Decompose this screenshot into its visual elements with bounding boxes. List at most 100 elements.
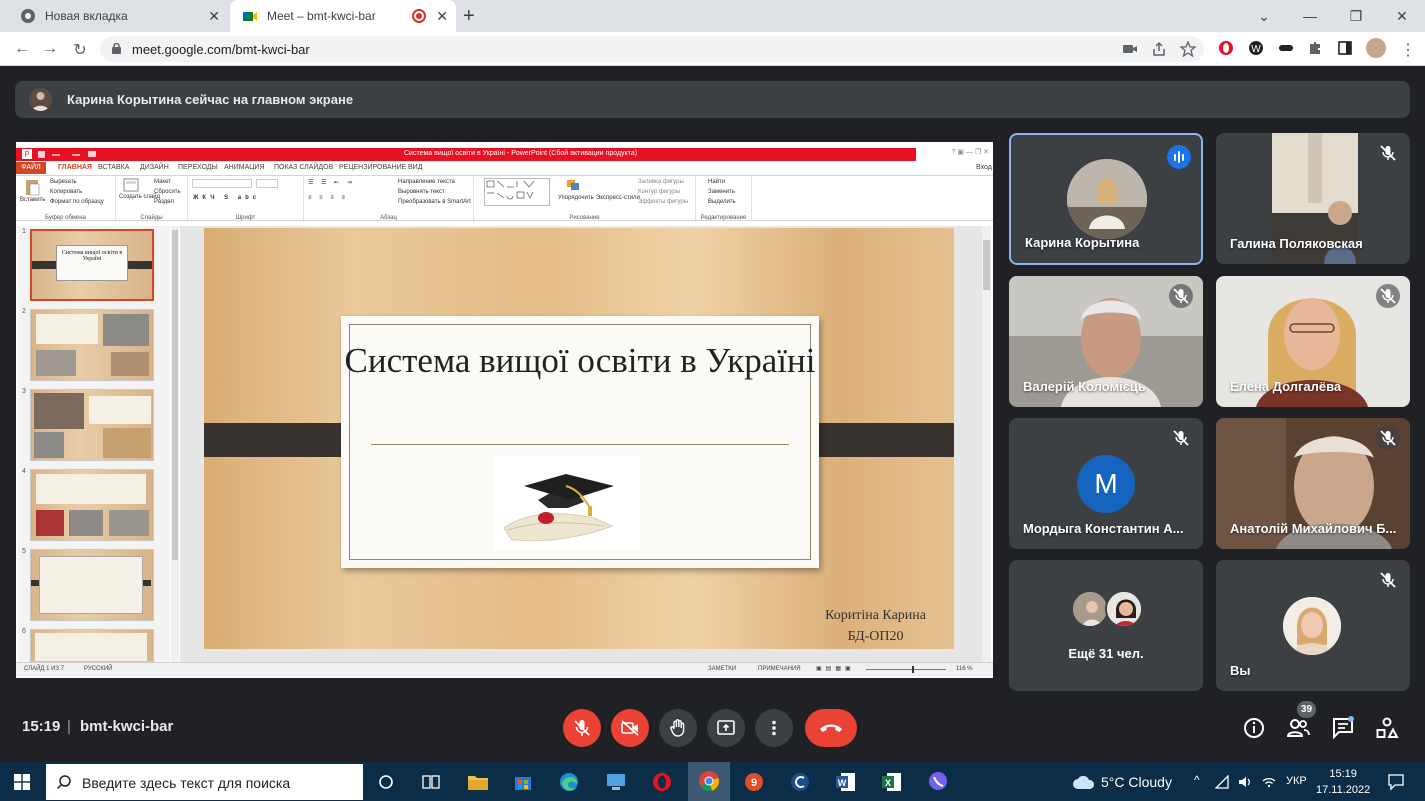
slide-thumbnail-4[interactable] — [30, 469, 154, 541]
font-size-dropdown[interactable] — [256, 179, 278, 188]
ppt-tab-view[interactable]: ВИД — [408, 164, 422, 171]
ppt-tab-file[interactable]: ФАЙЛ — [16, 162, 46, 174]
slide-thumbnail-6[interactable] — [30, 629, 154, 662]
notes-button[interactable]: ЗАМЕТКИ — [708, 666, 736, 672]
more-options-button[interactable] — [755, 709, 793, 747]
participant-tile-self[interactable]: Вы — [1216, 560, 1410, 691]
thumbnails-scrollbar[interactable] — [171, 226, 179, 662]
font-name-dropdown[interactable] — [192, 179, 252, 188]
chat-icon[interactable] — [1330, 715, 1356, 741]
task-view-icon[interactable] — [418, 769, 444, 795]
new-tab-button[interactable]: + — [463, 5, 475, 28]
keyboard-language[interactable]: УКР — [1286, 775, 1307, 787]
replace-button[interactable]: Заменить — [708, 189, 735, 195]
align-buttons[interactable]: ≡ ≡ ≡ ≡ — [308, 195, 348, 201]
network-icon[interactable] — [1215, 775, 1229, 789]
participant-tile-others[interactable]: Ещё 31 чел. — [1009, 560, 1203, 691]
cortana-icon[interactable] — [373, 769, 399, 795]
paste-icon[interactable] — [24, 178, 40, 196]
ppt-tab-animation[interactable]: АНИМАЦИЯ — [224, 164, 265, 171]
word-icon[interactable]: W — [833, 769, 859, 795]
shape-fill-button[interactable]: Заливка фигуры — [638, 179, 684, 185]
participant-tile-mordyga[interactable]: M Мордыга Константин А... — [1009, 418, 1203, 549]
chrome-taskbar-active[interactable] — [688, 762, 730, 801]
tab-search-icon[interactable]: ⌄ — [1241, 0, 1287, 32]
comments-button[interactable]: ПРИМЕЧАНИЯ — [758, 666, 801, 672]
maximize-icon[interactable]: ❐ — [1333, 0, 1379, 32]
copy-button[interactable]: Копировать — [50, 189, 82, 195]
slide-scrollbar[interactable] — [982, 226, 991, 662]
ppt-tab-transitions[interactable]: ПЕРЕХОДЫ — [178, 164, 218, 171]
meeting-info-icon[interactable] — [1241, 715, 1267, 741]
ppt-tab-insert[interactable]: ВСТАВКА — [98, 164, 129, 171]
list-buttons[interactable]: ☰ ☰ ⇤ ⇥ — [308, 179, 355, 186]
app-red-icon[interactable]: 9 — [741, 769, 767, 795]
close-window-icon[interactable]: ✕ — [1379, 0, 1425, 32]
slide-thumbnail-2[interactable] — [30, 309, 154, 381]
w-extension-icon[interactable]: W — [1248, 40, 1264, 56]
reload-icon[interactable]: ↻ — [70, 40, 90, 60]
opera-icon[interactable] — [649, 769, 675, 795]
store-icon[interactable] — [510, 769, 536, 795]
shape-effects-button[interactable]: Эффекты фигуры — [638, 199, 688, 205]
layout-button[interactable]: Макет — [154, 179, 171, 185]
present-button[interactable] — [707, 709, 745, 747]
wifi-icon[interactable] — [1262, 775, 1276, 789]
format-painter-button[interactable]: Формат по образцу — [50, 199, 104, 205]
volume-icon[interactable] — [1238, 775, 1252, 789]
ppt-tab-design[interactable]: ДИЗАЙН — [140, 164, 169, 171]
ppt-tab-review[interactable]: РЕЦЕНЗИРОВАНИЕ — [339, 164, 406, 171]
ccleaner-icon[interactable] — [787, 769, 813, 795]
extensions-puzzle-icon[interactable] — [1307, 40, 1323, 56]
address-bar[interactable]: meet.google.com/bmt-kwci-bar — [100, 36, 1204, 62]
quick-styles-button[interactable]: Экспресс-стили — [596, 195, 640, 201]
slide-canvas[interactable]: Система вищої освіти в Україні Коритіна … — [204, 228, 954, 649]
participant-tile-elena[interactable]: Елена Долгалёва — [1216, 276, 1410, 407]
select-button[interactable]: Выделить — [708, 199, 736, 205]
close-tab-icon[interactable]: ✕ — [436, 8, 448, 25]
zoom-slider[interactable] — [866, 666, 946, 673]
edge-icon[interactable] — [556, 769, 582, 795]
font-style-buttons[interactable]: ЖКЧ S abc — [193, 195, 260, 201]
smartart-button[interactable]: Преобразовать в SmartArt — [398, 199, 471, 205]
tray-chevron-icon[interactable]: ^ — [1194, 773, 1200, 787]
back-icon[interactable]: ← — [12, 40, 32, 58]
browser-tab-new[interactable]: Новая вкладка ✕ — [8, 0, 228, 32]
mic-toggle-button[interactable] — [563, 709, 601, 747]
opera-extension-icon[interactable] — [1218, 40, 1234, 56]
taskbar-search-box[interactable]: Введите здесь текст для поиска — [46, 764, 363, 800]
text-direction-button[interactable]: Направление текста — [398, 179, 455, 185]
participant-tile-valeriy[interactable]: Валерій Коломієць — [1009, 276, 1203, 407]
profile-avatar[interactable] — [1366, 38, 1386, 58]
viber-icon[interactable] — [925, 769, 951, 795]
slide-thumbnail-1[interactable]: Система вищої освіти в Україні — [30, 229, 154, 301]
slide-author[interactable]: Коритіна Карина БД-ОП20 — [825, 605, 926, 647]
ppt-tab-slideshow[interactable]: ПОКАЗ СЛАЙДОВ — [274, 164, 333, 171]
participant-tile-galina[interactable]: Галина Поляковская — [1216, 133, 1410, 264]
minimize-icon[interactable]: — — [1287, 0, 1333, 32]
shape-outline-button[interactable]: Контур фигуры — [638, 189, 680, 195]
slide-thumbnail-5[interactable] — [30, 549, 154, 621]
pc-icon[interactable] — [603, 769, 629, 795]
slide-title[interactable]: Система вищої освіти в Україні — [341, 338, 819, 384]
chrome-menu-icon[interactable]: ⋮ — [1398, 40, 1418, 60]
arrange-icon[interactable] — [566, 179, 580, 191]
reset-button[interactable]: Сбросить — [154, 189, 181, 195]
shapes-gallery[interactable] — [484, 178, 550, 206]
new-slide-icon[interactable] — [123, 178, 139, 192]
section-button[interactable]: Раздел — [154, 199, 174, 205]
zoom-level[interactable]: 116 % — [956, 666, 973, 672]
align-text-button[interactable]: Выровнять текст — [398, 189, 445, 195]
forward-icon[interactable]: → — [40, 40, 60, 58]
file-explorer-icon[interactable] — [465, 769, 491, 795]
activities-icon[interactable] — [1374, 715, 1400, 741]
paste-button[interactable]: Вставить — [20, 197, 45, 203]
excel-icon[interactable]: X — [879, 769, 905, 795]
ppt-signin[interactable]: Вход — [976, 164, 992, 171]
weather-text[interactable]: 5°C Cloudy — [1101, 774, 1172, 790]
side-panel-icon[interactable] — [1337, 40, 1353, 56]
arrange-button[interactable]: Упорядочить — [558, 195, 594, 201]
participant-tile-anatoliy[interactable]: Анатолій Михайлович Б... — [1216, 418, 1410, 549]
slide-thumbnail-3[interactable] — [30, 389, 154, 461]
participant-tile-karina[interactable]: Карина Корытина — [1009, 133, 1203, 265]
